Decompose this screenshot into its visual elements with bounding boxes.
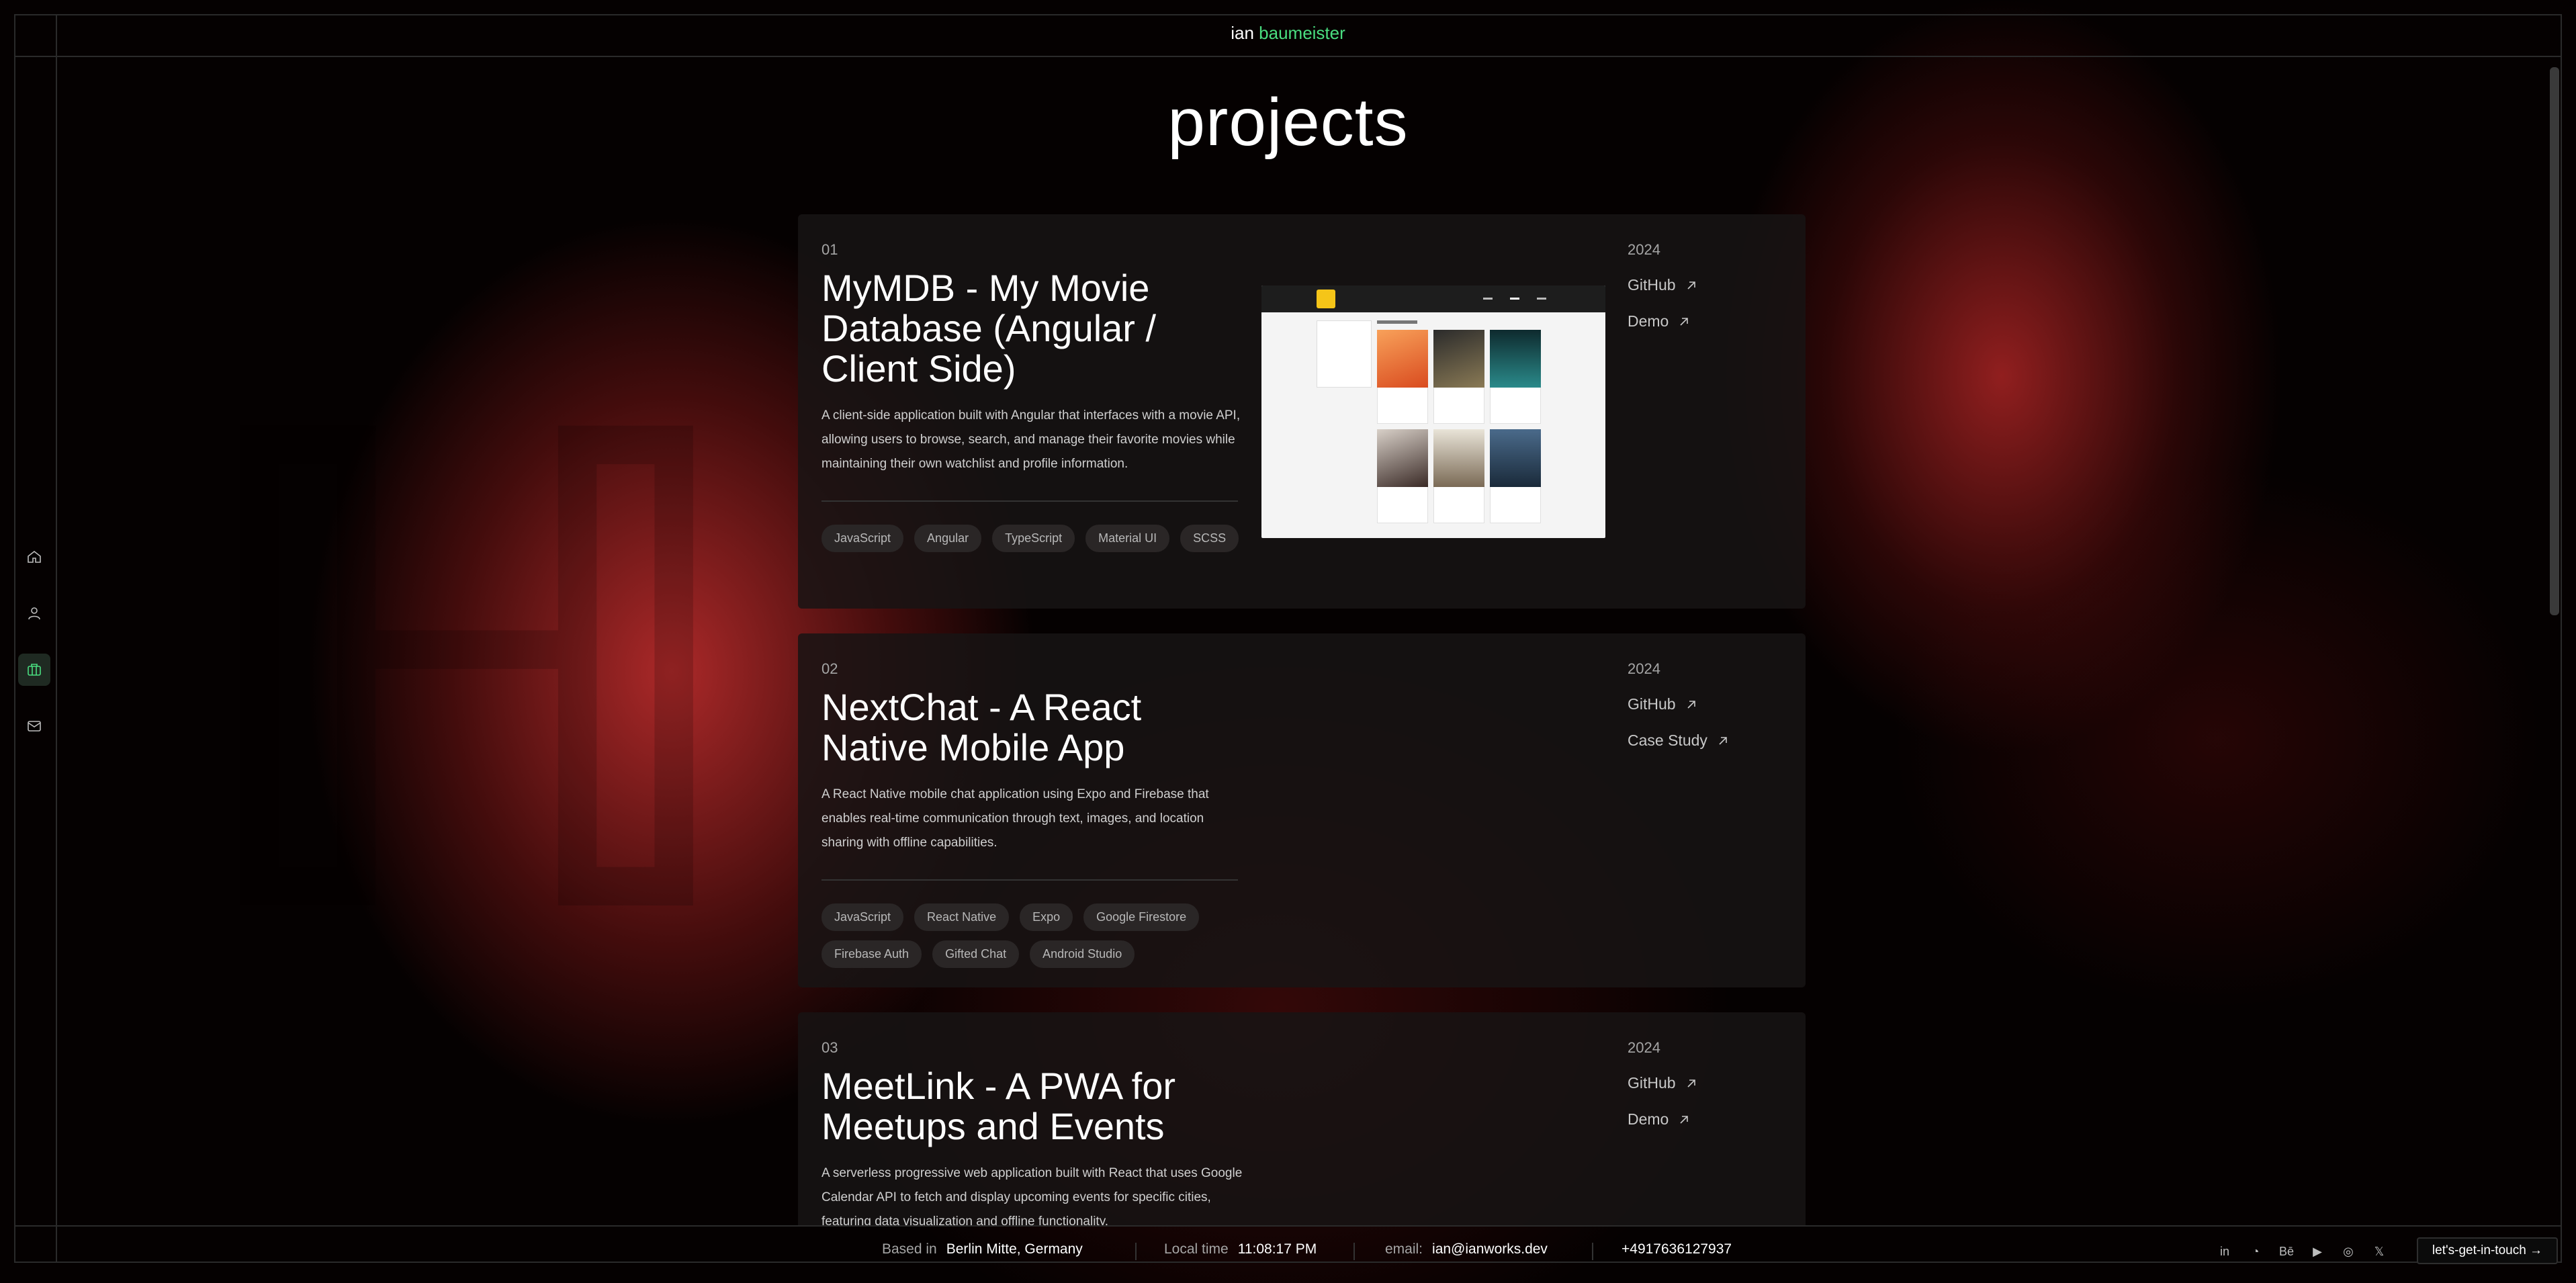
- footer: Based in Berlin Mitte, Germany Local tim…: [0, 1241, 2576, 1262]
- arrow-up-right-icon: [1680, 317, 1689, 326]
- project-description: A client-side application built with Ang…: [821, 408, 1241, 471]
- tag-list: JavaScript Angular TypeScript Material U…: [821, 525, 1251, 552]
- screenshot-profile-box: [1317, 320, 1372, 388]
- project-title: MyMDB - My Movie Database (Angular / Cli…: [821, 267, 1157, 390]
- nav-home[interactable]: [18, 541, 50, 573]
- project-year: 2024: [1628, 1039, 1660, 1056]
- nav-about[interactable]: [18, 597, 50, 629]
- demo-link[interactable]: Demo: [1628, 312, 1690, 330]
- footer-divider: [14, 1225, 2562, 1227]
- behance-icon[interactable]: Bē: [2278, 1245, 2295, 1259]
- project-year: 2024: [1628, 660, 1660, 677]
- tag: SCSS: [1180, 525, 1239, 552]
- project-card: 03 MeetLink - A PWA for Meetups and Even…: [798, 1012, 1806, 1225]
- github-link[interactable]: GitHub: [1628, 1074, 1697, 1092]
- tag: JavaScript: [821, 903, 904, 931]
- divider: [821, 500, 1238, 502]
- nav-projects[interactable]: [18, 654, 50, 686]
- project-year: 2024: [1628, 241, 1660, 258]
- home-icon: [28, 550, 41, 563]
- youtube-icon[interactable]: ▶: [2309, 1245, 2325, 1259]
- project-title: MeetLink - A PWA for Meetups and Events: [821, 1065, 1176, 1147]
- screenshot-logo: [1317, 290, 1335, 308]
- screenshot-heading: [1377, 320, 1417, 324]
- instagram-icon[interactable]: ◎: [2340, 1245, 2356, 1259]
- brand-first-name: ian: [1231, 23, 1254, 43]
- demo-link[interactable]: Demo: [1628, 1110, 1690, 1129]
- x-icon[interactable]: 𝕏: [2371, 1245, 2387, 1259]
- screenshot-topbar: [1261, 285, 1605, 312]
- arrow-up-right-icon: [1687, 1079, 1695, 1088]
- project-number: 01: [821, 241, 838, 258]
- footer-email[interactable]: email: ian@ianworks.dev: [1385, 1241, 1548, 1257]
- project-description: A React Native mobile chat application u…: [821, 787, 1209, 850]
- tag: Material UI: [1085, 525, 1170, 552]
- sidebar-divider: [56, 14, 57, 1263]
- github-icon[interactable]: ◔: [2248, 1245, 2264, 1259]
- user-icon: [28, 607, 40, 620]
- arrow-up-right-icon: [1687, 281, 1695, 290]
- social-links: in ◔ Bē ▶ ◎ 𝕏: [2217, 1241, 2387, 1262]
- footer-local-time: Local time 11:08:17 PM: [1164, 1241, 1317, 1257]
- brand-last-name: baumeister: [1259, 23, 1345, 43]
- footer-separator: [1135, 1243, 1137, 1260]
- tag: Firebase Auth: [821, 940, 922, 968]
- tag: Gifted Chat: [932, 940, 1020, 968]
- project-number: 02: [821, 660, 838, 677]
- footer-separator: [1592, 1243, 1593, 1260]
- tag: Expo: [1020, 903, 1073, 931]
- divider: [821, 879, 1238, 881]
- project-description: A serverless progressive web application…: [821, 1166, 1243, 1225]
- arrow-up-right-icon: [1687, 700, 1695, 709]
- nav-contact[interactable]: [18, 710, 50, 742]
- project-title: NextChat - A React Native Mobile App: [821, 686, 1142, 768]
- contact-cta-button[interactable]: let's-get-in-touch →: [2417, 1237, 2558, 1264]
- mail-icon: [28, 721, 41, 732]
- project-number: 03: [821, 1039, 838, 1056]
- project-screenshot[interactable]: [1261, 285, 1605, 538]
- tag: TypeScript: [992, 525, 1075, 552]
- tag: Android Studio: [1030, 940, 1135, 968]
- brand-logo[interactable]: ian baumeister: [0, 23, 2576, 44]
- github-link[interactable]: GitHub: [1628, 695, 1697, 713]
- tag: Angular: [914, 525, 982, 552]
- github-link[interactable]: GitHub: [1628, 276, 1697, 294]
- tag: React Native: [914, 903, 1010, 931]
- footer-phone[interactable]: +4917636127937: [1622, 1241, 1732, 1257]
- tag: Google Firestore: [1083, 903, 1200, 931]
- header-divider: [14, 56, 2562, 57]
- project-card: 02 NextChat - A React Native Mobile App …: [798, 633, 1806, 987]
- footer-location: Based in Berlin Mitte, Germany: [882, 1241, 1083, 1257]
- page-title: projects: [1167, 85, 1409, 160]
- briefcase-icon: [28, 664, 41, 676]
- footer-separator: [1353, 1243, 1355, 1260]
- arrow-up-right-icon: [1680, 1115, 1689, 1124]
- side-navigation: [18, 541, 50, 766]
- arrow-up-right-icon: [1719, 736, 1727, 745]
- tag: JavaScript: [821, 525, 904, 552]
- project-card: 01 MyMDB - My Movie Database (Angular / …: [798, 214, 1806, 609]
- linkedin-icon[interactable]: in: [2217, 1245, 2233, 1259]
- tag-list: JavaScript React Native Expo Google Fire…: [821, 903, 1251, 968]
- case-study-link[interactable]: Case Study: [1628, 732, 1729, 750]
